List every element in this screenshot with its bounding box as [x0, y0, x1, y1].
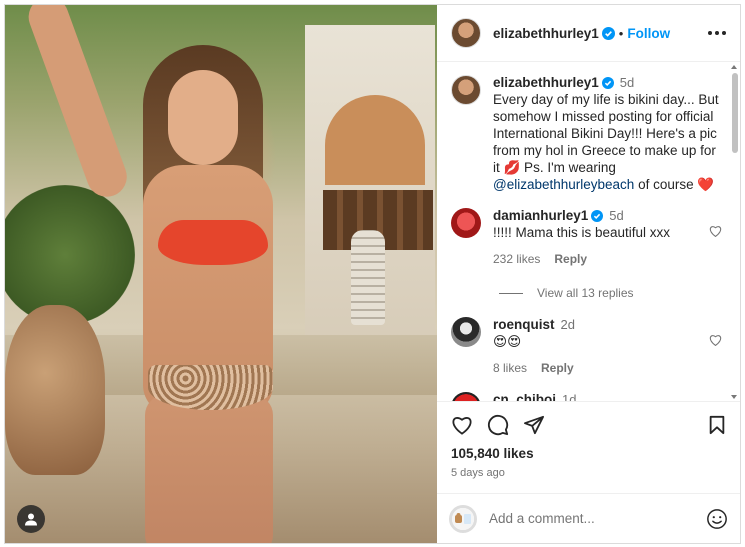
- emoji-button[interactable]: [706, 508, 728, 530]
- caption-time: 5d: [619, 75, 635, 90]
- comment-avatar[interactable]: [451, 317, 481, 347]
- author-username[interactable]: elizabethhurley1: [493, 26, 599, 41]
- caption: elizabethhurley1 5d Every day of my life …: [451, 74, 726, 193]
- verified-icon: [601, 77, 614, 90]
- post-header: elizabethhurley1 • Follow: [437, 5, 740, 62]
- caption-avatar[interactable]: [451, 75, 481, 105]
- photo-lantern: [351, 230, 385, 325]
- comment-likes[interactable]: 8 likes: [493, 361, 527, 375]
- post-actions-area: 105,840 likes 5 days ago: [437, 401, 740, 493]
- heart-icon: [709, 335, 722, 346]
- view-replies-label: View all 13 replies: [537, 286, 634, 300]
- like-button[interactable]: [451, 415, 473, 435]
- reply-button[interactable]: Reply: [554, 252, 587, 266]
- photo-raised-arm: [23, 5, 133, 203]
- follow-button[interactable]: Follow: [627, 26, 670, 41]
- bookmark-icon: [709, 415, 725, 435]
- author-avatar[interactable]: [451, 18, 481, 48]
- comment-username[interactable]: damianhurley1: [493, 208, 588, 223]
- share-icon: [524, 415, 544, 435]
- comment-time: 1d: [562, 392, 577, 401]
- photo-pot: [5, 305, 105, 475]
- more-options-button[interactable]: [708, 31, 726, 35]
- heart-icon: [452, 417, 472, 435]
- scrollbar-thumb[interactable]: [732, 73, 738, 153]
- user-tag-icon: [25, 513, 37, 526]
- likes-count[interactable]: 105,840 likes: [451, 446, 726, 461]
- caption-mention-link[interactable]: @elizabethhurleybeach: [493, 177, 634, 192]
- heart-icon: [709, 226, 722, 237]
- comment-button[interactable]: [487, 414, 509, 436]
- share-button[interactable]: [523, 415, 545, 435]
- scroll-down-icon[interactable]: [731, 395, 737, 399]
- reply-button[interactable]: Reply: [541, 361, 574, 375]
- comment-like-button[interactable]: [709, 225, 722, 237]
- comment-meta: 8 likes Reply: [493, 360, 726, 377]
- save-button[interactable]: [708, 415, 726, 435]
- post-side-panel: elizabethhurley1 • Follow elizabethhurle…: [437, 5, 740, 543]
- comments-scrollbar[interactable]: [730, 65, 738, 405]
- comment-item: roenquist 2d 😍😍 8 likes Reply: [451, 316, 726, 377]
- scroll-up-icon[interactable]: [731, 65, 737, 69]
- photo-person: [133, 45, 303, 543]
- replies-line: [499, 292, 523, 294]
- comment-like-button[interactable]: [709, 334, 722, 346]
- comment-avatar[interactable]: [451, 392, 481, 401]
- post-time: 5 days ago: [451, 467, 505, 479]
- view-replies-button[interactable]: View all 13 replies: [499, 286, 726, 300]
- post-photo[interactable]: [5, 5, 437, 543]
- comment-time: 2d: [560, 317, 575, 332]
- caption-text-end: of course ❤️: [638, 177, 715, 192]
- comment-avatar[interactable]: [451, 208, 481, 238]
- more-icon: [708, 31, 712, 35]
- verified-icon: [601, 26, 615, 40]
- comment-username[interactable]: cn_chiboi: [493, 392, 556, 401]
- comments-list[interactable]: elizabethhurley1 5d Every day of my life …: [437, 62, 740, 401]
- comment-item: cn_chiboi1d 😂😂😂: [451, 391, 726, 401]
- user-tag-button[interactable]: [17, 505, 45, 533]
- current-user-avatar: [449, 504, 477, 533]
- emoji-icon: [707, 508, 727, 529]
- add-comment-input[interactable]: [489, 511, 706, 526]
- comment-item: damianhurley1 5d !!!!! Mama this is beaut…: [451, 207, 726, 268]
- post-modal: elizabethhurley1 • Follow elizabethhurle…: [4, 4, 741, 544]
- verified-icon: [591, 210, 604, 223]
- comment-likes[interactable]: 232 likes: [493, 252, 540, 266]
- post-action-bar: [451, 410, 726, 440]
- caption-text: Every day of my life is bikini day... Bu…: [493, 92, 719, 175]
- comment-time: 5d: [609, 208, 624, 223]
- comment-username[interactable]: roenquist: [493, 317, 555, 332]
- caption-username[interactable]: elizabethhurley1: [493, 75, 599, 90]
- add-comment-bar: [437, 493, 740, 543]
- photo-plant: [5, 185, 135, 325]
- separator-dot: •: [618, 25, 624, 41]
- comment-text: !!!!! Mama this is beautiful xxx: [493, 225, 671, 240]
- comment-meta: 232 likes Reply: [493, 251, 726, 268]
- photo-oven: [325, 95, 425, 185]
- comment-text: 😍😍: [493, 334, 522, 349]
- comment-icon: [487, 414, 509, 436]
